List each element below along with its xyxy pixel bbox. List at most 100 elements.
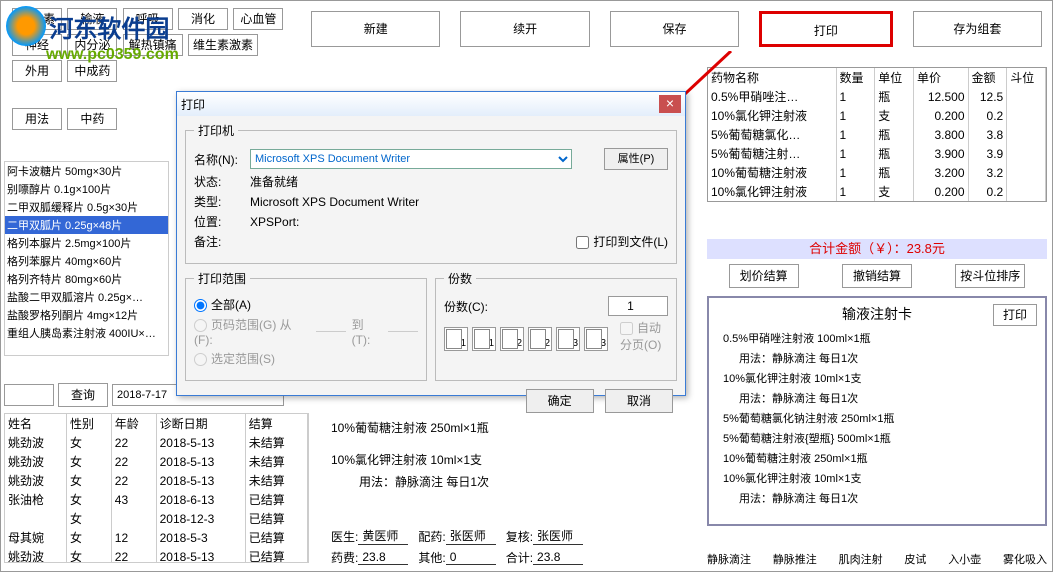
cat-infusion[interactable]: 输液 [67, 8, 117, 30]
rx-table: 药物名称数量单位单价金额斗位0.5%甲硝唑注…1瓶12.50012.510%氯化… [707, 67, 1047, 202]
range-pages-radio[interactable]: 页码范围(G) 从(F): [194, 316, 310, 347]
printer-select[interactable]: Microsoft XPS Document Writer [250, 149, 572, 169]
route-button[interactable]: 雾化吸入 [1003, 551, 1047, 567]
dispenser-label: 配药: [418, 528, 445, 545]
rx-header: 斗位 [1007, 68, 1046, 87]
printer-legend: 打印机 [194, 122, 238, 139]
table-row[interactable]: 姚劲波女222018-5-13未结算 [5, 433, 308, 452]
range-all-radio[interactable]: 全部(A) [194, 296, 251, 313]
where-label: 位置: [194, 213, 244, 230]
drug-item[interactable]: 别嘌醇片 0.1g×100片 [5, 180, 168, 198]
infusion-usage: 用法：静脉滴注 每日1次 [739, 350, 1039, 366]
range-selection-radio[interactable]: 选定范围(S) [194, 350, 275, 367]
status-label: 状态: [194, 173, 244, 190]
table-row[interactable]: 5%葡萄糖氯化…1瓶3.8003.8 [708, 125, 1046, 144]
infusion-item: 5%葡萄糖氯化钠注射液 250ml×1瓶 [723, 410, 1039, 426]
pt-header: 姓名 [5, 414, 66, 433]
table-row[interactable]: 10%氯化钾注射液1支0.2000.2 [708, 182, 1046, 201]
sort-button[interactable]: 按斗位排序 [955, 264, 1025, 288]
continue-button[interactable]: 续开 [460, 11, 589, 47]
rx-line-2: 10%氯化钾注射液 10ml×1支 [331, 449, 681, 471]
type-label: 类型: [194, 193, 244, 210]
drug-item[interactable]: 格列本脲片 2.5mg×100片 [5, 234, 168, 252]
drug-list[interactable]: 阿卡波糖片 50mg×30片别嘌醇片 0.1g×100片二甲双胍缓释片 0.5g… [4, 161, 169, 356]
doctor-value: 黄医师 [358, 527, 408, 545]
infusion-item: 5%葡萄糖注射液{塑瓶} 500ml×1瓶 [723, 430, 1039, 446]
copies-input[interactable] [608, 296, 668, 316]
cat-respiratory[interactable]: 呼吸 [123, 8, 173, 30]
range-legend: 打印范围 [194, 270, 250, 287]
cat-cpm[interactable]: 中成药 [67, 60, 117, 82]
drug-item[interactable]: 格列苯脲片 40mg×60片 [5, 252, 168, 270]
fee-label: 药费: [331, 549, 358, 566]
cat-antipyretic[interactable]: 解热镇痛 [123, 34, 183, 56]
cat-usage[interactable]: 用法 [12, 108, 62, 130]
cat-endocrine[interactable]: 内分泌 [67, 34, 117, 56]
printer-name-label: 名称(N): [194, 151, 244, 168]
drug-item[interactable]: 格列齐特片 80mg×60片 [5, 270, 168, 288]
cat-tcm[interactable]: 中药 [67, 108, 117, 130]
table-row[interactable]: 姚劲波女222018-5-13未结算 [5, 471, 308, 490]
table-row[interactable]: 母其婉女122018-5-3已结算 [5, 528, 308, 547]
cat-vitamin-hormone[interactable]: 维生素激素 [188, 34, 258, 56]
page-icon-2: 1 [472, 327, 496, 351]
copies-label: 份数(C): [444, 298, 488, 315]
table-row[interactable]: 10%葡萄糖注射液1瓶3.2003.2 [708, 163, 1046, 182]
infusion-print-button[interactable]: 打印 [993, 304, 1037, 326]
drug-item[interactable]: 重组人胰岛素注射液 400IU×… [5, 324, 168, 342]
drug-item[interactable]: 阿卡波糖片 50mg×30片 [5, 162, 168, 180]
save-button[interactable]: 保存 [610, 11, 739, 47]
unsettle-button[interactable]: 撤销结算 [842, 264, 912, 288]
patient-table: 姓名性别年龄诊断日期结算姚劲波女222018-5-13未结算姚劲波女222018… [4, 413, 309, 563]
route-button[interactable]: 肌肉注射 [839, 551, 883, 567]
table-row[interactable]: 10%氯化钾注射液1支0.2000.2 [708, 106, 1046, 125]
route-button[interactable]: 入小壶 [948, 551, 981, 567]
comment-label: 备注: [194, 233, 244, 250]
total-bar: 合计金额（￥）：23.8元 [707, 239, 1047, 259]
collate-checkbox[interactable]: 自动分页(O) [620, 319, 668, 353]
dialog-titlebar[interactable]: 打印 × [177, 92, 685, 116]
search-input[interactable] [4, 384, 54, 406]
route-button[interactable]: 静脉推注 [773, 551, 817, 567]
print-button[interactable]: 打印 [759, 11, 892, 47]
other-label: 其他: [418, 549, 445, 566]
table-row[interactable]: 姚劲波女222018-5-13未结算 [5, 452, 308, 471]
route-button[interactable]: 静脉滴注 [707, 551, 751, 567]
doctor-label: 医生: [331, 528, 358, 545]
drug-item[interactable]: 二甲双胍缓释片 0.5g×30片 [5, 198, 168, 216]
prescription-body: 10%葡萄糖注射液 250ml×1瓶 10%氯化钾注射液 10ml×1支 用法：… [331, 417, 681, 493]
print-to-file-checkbox[interactable]: 打印到文件(L) [576, 233, 668, 250]
cat-antibiotic[interactable]: 抗生素 [12, 8, 62, 30]
infusion-usage: 用法：静脉滴注 每日1次 [739, 490, 1039, 506]
pt-header: 年龄 [111, 414, 156, 433]
table-row[interactable]: 张油枪女432018-6-13已结算 [5, 490, 308, 509]
collate-preview: 1 1 2 2 3 3 [444, 327, 608, 351]
cat-digestive[interactable]: 消化 [178, 8, 228, 30]
page-icon-4: 2 [528, 327, 552, 351]
infusion-item: 0.5%甲硝唑注射液 100ml×1瓶 [723, 330, 1039, 346]
drug-item[interactable]: 盐酸罗格列酮片 4mg×12片 [5, 306, 168, 324]
properties-button[interactable]: 属性(P) [604, 148, 668, 170]
route-button[interactable]: 皮试 [904, 551, 926, 567]
rx-header: 药物名称 [708, 68, 836, 87]
table-row[interactable]: 女2018-12-3已结算 [5, 509, 308, 528]
rx-actions: 划价结算 撤销结算 按斗位排序 [707, 264, 1047, 288]
cancel-button[interactable]: 取消 [605, 389, 673, 413]
drug-item[interactable]: 二甲双胍片 0.25g×48片 [5, 216, 168, 234]
cat-cardio[interactable]: 心血管 [233, 8, 283, 30]
infusion-usage: 用法：静脉滴注 每日1次 [739, 390, 1039, 406]
cat-external[interactable]: 外用 [12, 60, 62, 82]
page-icon-3: 2 [500, 327, 524, 351]
settle-button[interactable]: 划价结算 [729, 264, 799, 288]
drug-item[interactable]: 盐酸二甲双胍溶片 0.25g×… [5, 288, 168, 306]
search-button[interactable]: 查询 [58, 383, 108, 407]
cat-neuro[interactable]: 神经 [12, 34, 62, 56]
table-row[interactable]: 5%葡萄糖注射…1瓶3.9003.9 [708, 144, 1046, 163]
rx-header: 单价 [913, 68, 968, 87]
table-row[interactable]: 姚劲波女222018-5-13已结算 [5, 547, 308, 563]
ok-button[interactable]: 确定 [526, 389, 594, 413]
save-as-set-button[interactable]: 存为组套 [913, 11, 1042, 47]
close-icon[interactable]: × [659, 95, 681, 113]
table-row[interactable]: 0.5%甲硝唑注…1瓶12.50012.5 [708, 87, 1046, 106]
new-button[interactable]: 新建 [311, 11, 440, 47]
